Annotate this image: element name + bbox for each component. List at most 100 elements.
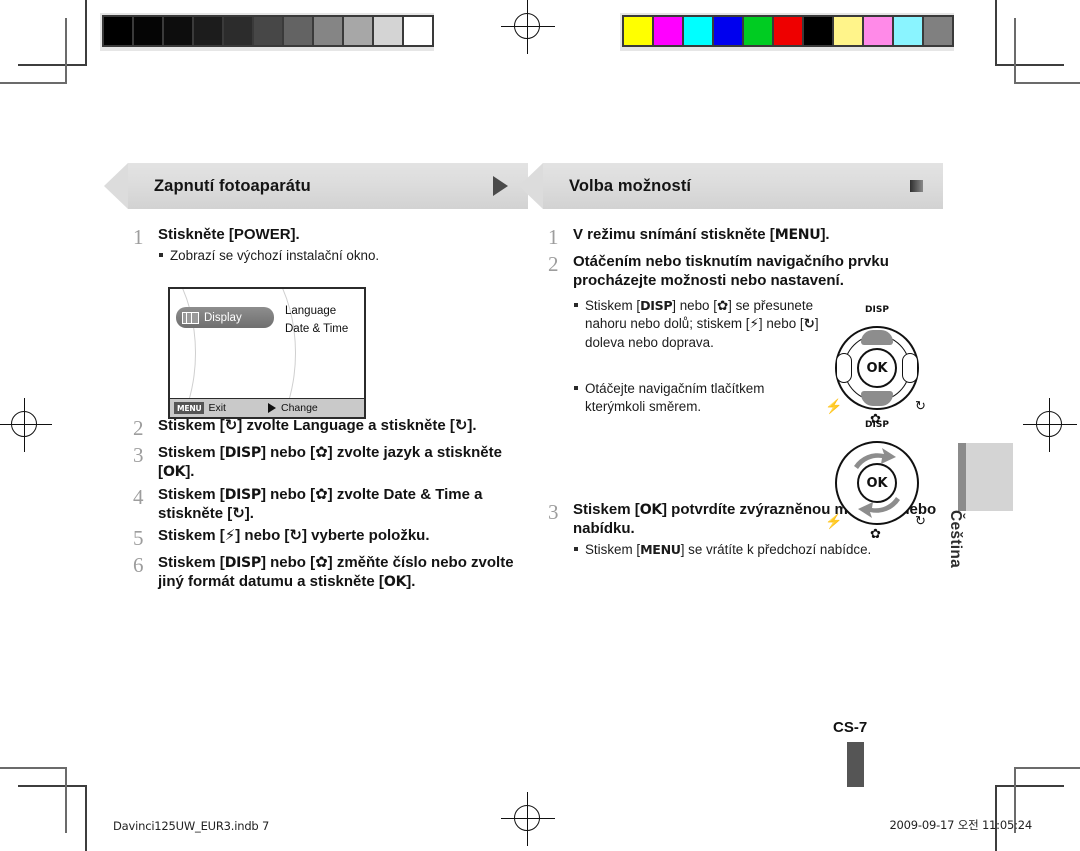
right-section-header: Volba možností xyxy=(519,163,943,209)
crop-mark-bl-outer-v xyxy=(85,785,87,851)
step-text: Stiskněte [POWER]. xyxy=(158,226,300,243)
wheel-up-pad[interactable] xyxy=(861,330,893,345)
step-item: 2 Stiskem [↻] zvolte Language a stisknět… xyxy=(128,416,528,440)
step-item: 1 V režimu snímání stiskněte [MENU]. xyxy=(543,225,943,249)
registration-mark-bottom xyxy=(501,792,555,846)
crop-mark-tr-inner-h xyxy=(1014,82,1080,84)
color-swatch xyxy=(222,15,254,47)
disp-label: DISP xyxy=(865,420,889,430)
color-calibration-strip xyxy=(620,13,954,51)
color-swatch xyxy=(832,15,864,47)
wheel-left-button[interactable] xyxy=(836,353,852,383)
lcd-change-label[interactable]: Change xyxy=(281,402,318,414)
step-text: Stiskem [DISP] nebo [✿] zvolte Date & Ti… xyxy=(158,484,483,522)
navigation-wheel-press-diagram: DISP OK ⚡ ↻ ✿ xyxy=(825,305,927,426)
step-text: Stiskem [DISP] nebo [✿] zvolte jazyk a s… xyxy=(158,443,502,481)
camera-lcd-mockup: Display Language Date & Time MENU Exit C… xyxy=(168,287,366,419)
registration-mark-right xyxy=(1023,398,1077,452)
step-text: Stiskem [⚡] nebo [↻] vyberte položku. xyxy=(158,525,430,544)
crop-mark-br-inner-h xyxy=(1014,767,1080,769)
lcd-exit-label[interactable]: Exit xyxy=(208,402,226,414)
wheel-ok-button[interactable]: OK xyxy=(857,348,897,388)
page-number: CS-7 xyxy=(833,719,868,736)
disp-label: DISP xyxy=(865,305,889,315)
step-number: 3 xyxy=(548,499,559,524)
crop-mark-br-outer-h xyxy=(995,785,1064,787)
crop-mark-tl-outer-v xyxy=(85,0,87,66)
registration-mark-left xyxy=(0,398,52,452)
step-item: 6 Stiskem [DISP] nebo [✿] změňte číslo n… xyxy=(128,553,528,591)
step-subnote: Otáčejte navigačním tlačítkem kterýmkoli… xyxy=(573,380,825,416)
lcd-menu-item[interactable]: Language xyxy=(285,303,348,321)
footer-filename: Davinci125UW_EUR3.indb 7 xyxy=(113,819,270,833)
flash-icon: ⚡ xyxy=(825,513,843,529)
step-text: Stiskem [DISP] nebo [✿] změňte číslo neb… xyxy=(158,553,514,591)
crop-mark-tr-outer-v xyxy=(995,0,997,66)
self-timer-icon: ↻ xyxy=(915,513,926,528)
color-swatch xyxy=(132,15,164,47)
self-timer-icon: ↻ xyxy=(915,398,926,413)
step-number: 2 xyxy=(133,416,144,441)
color-swatch xyxy=(252,15,284,47)
crop-mark-bl-inner-h xyxy=(0,767,67,769)
left-section-title: Zapnutí fotoaparátu xyxy=(154,176,311,195)
color-swatch xyxy=(712,15,744,47)
color-swatch xyxy=(192,15,224,47)
step-item: 3 Stiskem [DISP] nebo [✿] zvolte jazyk a… xyxy=(128,443,528,481)
crop-mark-tl-outer-h xyxy=(18,64,87,66)
language-side-tab xyxy=(958,443,1013,511)
step-item: 4 Stiskem [DISP] nebo [✿] zvolte Date & … xyxy=(128,485,528,523)
wheel-right-button[interactable] xyxy=(902,353,918,383)
step-subnote: Stiskem [MENU] se vrátíte k předchozí na… xyxy=(573,541,943,559)
color-swatch xyxy=(282,15,314,47)
step-subnote: Zobrazí se výchozí instalační okno. xyxy=(158,247,528,265)
right-arrow-icon xyxy=(267,403,276,413)
color-swatch xyxy=(102,15,134,47)
step-number: 1 xyxy=(548,225,559,249)
crop-mark-tr-outer-h xyxy=(995,64,1064,66)
step-number: 3 xyxy=(133,443,144,468)
color-swatch xyxy=(312,15,344,47)
square-icon xyxy=(910,180,923,192)
step-item: 5 Stiskem [⚡] nebo [↻] vyberte položku. xyxy=(128,526,528,550)
color-swatch xyxy=(922,15,954,47)
step-subnote: Stiskem [DISP] nebo [✿] se přesunete nah… xyxy=(573,297,825,352)
color-swatch xyxy=(342,15,374,47)
grayscale-calibration-strip xyxy=(100,13,434,51)
flash-icon: ⚡ xyxy=(825,398,843,414)
crop-mark-tl-inner-h xyxy=(0,82,67,84)
lcd-display-tab-label: Display xyxy=(204,311,242,324)
step-number: 2 xyxy=(548,252,559,277)
step-number: 5 xyxy=(133,525,144,550)
step-number: 4 xyxy=(133,484,144,509)
step-number: 1 xyxy=(133,225,144,249)
crop-mark-bl-inner-v xyxy=(65,767,67,833)
lcd-menu-item[interactable]: Date & Time xyxy=(285,321,348,339)
color-swatch xyxy=(682,15,714,47)
crop-mark-tl-inner-v xyxy=(65,18,67,84)
color-swatch xyxy=(772,15,804,47)
registration-mark-top xyxy=(501,0,555,54)
crop-mark-tr-inner-v xyxy=(1014,18,1016,84)
macro-flower-icon: ✿ xyxy=(870,526,881,541)
step-item: 1 Stiskněte [POWER]. Zobrazí se výchozí … xyxy=(128,225,528,265)
color-swatch xyxy=(892,15,924,47)
step-number: 6 xyxy=(133,553,144,578)
navigation-wheel-rotate-diagram: DISP OK ⚡ ↻ ✿ xyxy=(825,420,927,541)
color-swatch xyxy=(622,15,654,47)
color-swatch xyxy=(862,15,894,47)
display-icon xyxy=(182,311,199,324)
left-section-header: Zapnutí fotoaparátu xyxy=(104,163,528,209)
lcd-menu-list: Language Date & Time xyxy=(285,303,348,339)
color-swatch xyxy=(742,15,774,47)
page-thumb-index-bar xyxy=(847,742,864,787)
color-swatch xyxy=(652,15,684,47)
color-swatch xyxy=(372,15,404,47)
play-triangle-icon xyxy=(493,176,508,196)
right-section-title: Volba možností xyxy=(569,176,692,195)
lcd-display-tab[interactable]: Display xyxy=(176,307,274,328)
step-text: V režimu snímání stiskněte [MENU]. xyxy=(573,226,830,243)
color-swatch xyxy=(402,15,434,47)
color-swatch xyxy=(162,15,194,47)
color-swatch xyxy=(802,15,834,47)
